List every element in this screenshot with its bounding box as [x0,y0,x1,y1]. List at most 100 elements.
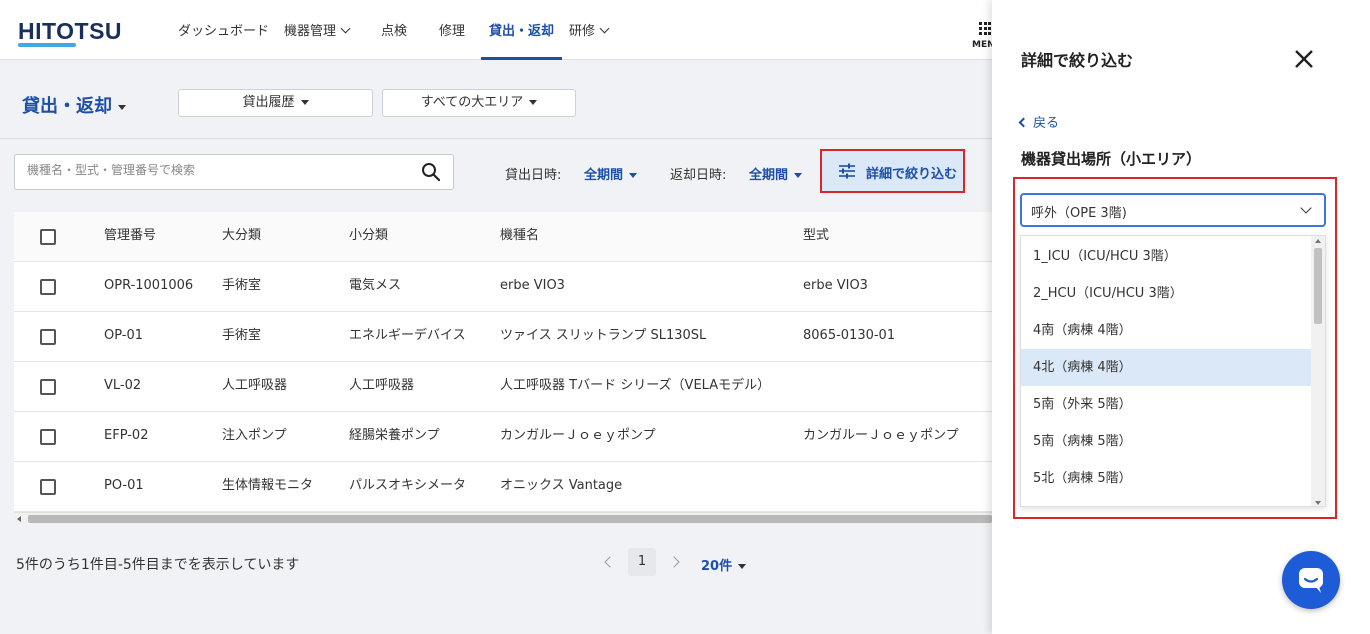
nav-lending-return[interactable]: 貸出・返却 [481,0,563,60]
column-header[interactable]: 大分類 [222,212,261,262]
scroll-down-arrow-icon[interactable] [1315,501,1321,505]
cell-model-type: カンガルーＪｏｅｙポンプ [803,428,959,443]
nav-device-management[interactable]: 機器管理 [284,0,351,60]
scrollbar-thumb[interactable] [1314,248,1322,324]
cell-minor-category: 電気メス [349,278,402,293]
caret-down-icon [738,564,747,569]
nav-inspection[interactable]: 点検 [381,0,407,60]
logo-underline [18,43,76,47]
small-area-select[interactable]: 呼外（OPE 3階) [1020,193,1326,227]
chat-button[interactable] [1282,551,1340,609]
nav-dashboard[interactable]: ダッシュボード [178,0,269,60]
pagination-summary: 5件のうち1件目-5件目までを表示しています [16,557,300,573]
dropdown-option[interactable]: 4南（病棟 4階） [1021,312,1313,349]
dropdown-option[interactable]: 5北（病棟 5階） [1021,460,1313,497]
menu-grid-icon[interactable] [979,22,992,35]
caret-down-icon [629,173,638,178]
dropdown-option[interactable]: 5南（外来 5階） [1021,386,1313,423]
chevron-down-icon [1300,202,1312,214]
column-header[interactable]: 管理番号 [104,212,156,262]
area-dropdown-list: 1_ICU（ICU/HCU 3階） 2_HCU（ICU/HCU 3階） 4南（病… [1020,235,1326,507]
cell-model-type: 8065-0130-01 [803,328,896,343]
back-link[interactable]: 戻る [1018,112,1059,131]
cell-management-no: OP-01 [104,328,144,343]
scroll-up-arrow-icon[interactable] [1315,239,1321,243]
column-header[interactable]: 型式 [803,212,829,262]
dropdown-option[interactable]: 1_ICU（ICU/HCU 3階） [1021,238,1313,275]
cell-model-name: erbe VIO3 [500,278,565,293]
data-table: 管理番号 大分類 小分類 機種名 型式 OPR-1001006 手術室 電気メス… [14,212,992,512]
cell-major-category: 手術室 [222,328,262,343]
cell-minor-category: パルスオキシメータ [349,478,467,493]
caret-down-icon [118,104,126,110]
main-area: HITOTSU ダッシュボード 機器管理 点検 修理 貸出・返却 研修 MENU… [0,0,992,634]
cell-model-name: オニックス Vantage [500,478,623,493]
history-select[interactable]: 貸出履歴 [178,89,373,117]
chat-bubble-icon [1299,568,1323,593]
table-row[interactable]: OPR-1001006 手術室 電気メス erbe VIO3 erbe VIO3 [14,262,992,312]
dropdown-option[interactable]: 2_HCU（ICU/HCU 3階） [1021,275,1313,312]
detail-filter-label: 詳細で絞り込む [866,167,958,182]
sliders-icon [839,163,855,179]
row-checkbox[interactable] [40,379,56,395]
table-row[interactable]: VL-02 人工呼吸器 人工呼吸器 人工呼吸器 Tバード シリーズ（VELAモデ… [14,362,992,412]
next-page-icon[interactable] [668,556,680,568]
prev-page-icon[interactable] [604,556,616,568]
section-label: 機器貸出場所（小エリア） [1021,150,1202,168]
lend-date-select[interactable]: 全期間 [584,164,638,183]
search-input[interactable] [27,163,407,177]
dropdown-option[interactable]: 5南（病棟 5階） [1021,423,1313,460]
top-header: HITOTSU ダッシュボード 機器管理 点検 修理 貸出・返却 研修 MENU [0,0,992,60]
area-select[interactable]: すべての大エリア [382,89,576,117]
cell-management-no: PO-01 [104,478,144,493]
cell-management-no: OPR-1001006 [104,278,194,293]
close-icon[interactable] [1294,49,1314,69]
return-date-select[interactable]: 全期間 [749,164,803,183]
cell-major-category: 手術室 [222,278,262,293]
panel-title: 詳細で絞り込む [1021,51,1134,70]
horizontal-scrollbar[interactable] [14,512,992,524]
cell-minor-category: エネルギーデバイス [349,328,466,343]
chevron-left-icon [1018,117,1029,128]
cell-management-no: VL-02 [104,378,142,393]
menu-label[interactable]: MENU [972,40,992,50]
cell-major-category: 人工呼吸器 [222,378,288,393]
title-row: 貸出・返却 貸出履歴 すべての大エリア [0,61,992,139]
cell-model-name: ツァイス スリットランプ SL130SL [500,328,707,343]
cell-major-category: 生体情報モニタ [222,478,314,493]
column-header[interactable]: 小分類 [349,212,388,262]
table-row[interactable]: PO-01 生体情報モニタ パルスオキシメータ オニックス Vantage [14,462,992,512]
vertical-scrollbar[interactable] [1311,236,1325,506]
caret-down-icon [794,173,803,178]
page-size-select[interactable]: 20件 [701,555,747,574]
table-header-row: 管理番号 大分類 小分類 機種名 型式 [14,212,992,262]
row-checkbox[interactable] [40,279,56,295]
page-title-dropdown[interactable]: 貸出・返却 [22,92,126,118]
table-row[interactable]: OP-01 手術室 エネルギーデバイス ツァイス スリットランプ SL130SL… [14,312,992,362]
scrollbar-thumb[interactable] [28,515,992,523]
cell-model-name: 人工呼吸器 Tバード シリーズ（VELAモデル） [500,378,771,393]
cell-model-type: erbe VIO3 [803,278,868,293]
column-header[interactable]: 機種名 [500,212,539,262]
caret-down-icon [300,100,309,105]
lend-date-label: 貸出日時: [505,168,562,183]
return-date-label: 返却日時: [670,168,727,183]
select-all-checkbox[interactable] [40,229,56,245]
current-page[interactable]: 1 [628,548,656,576]
nav-repair[interactable]: 修理 [439,0,465,60]
scroll-left-arrow-icon[interactable] [17,516,21,522]
table-row[interactable]: EFP-02 注入ポンプ 経腸栄養ポンプ カンガルーＪｏｅｙポンプ カンガルーＪ… [14,412,992,462]
search-icon[interactable] [421,162,441,182]
row-checkbox[interactable] [40,479,56,495]
chevron-down-icon [340,23,351,34]
detail-filter-button[interactable]: 詳細で絞り込む [820,149,965,193]
chevron-down-icon [599,23,610,34]
logo[interactable]: HITOTSU [18,18,122,45]
nav-training[interactable]: 研修 [569,0,610,60]
cell-major-category: 注入ポンプ [222,428,287,443]
row-checkbox[interactable] [40,429,56,445]
cell-minor-category: 経腸栄養ポンプ [349,428,440,443]
row-checkbox[interactable] [40,329,56,345]
cell-minor-category: 人工呼吸器 [349,378,415,393]
dropdown-option-hovered[interactable]: 4北（病棟 4階） [1021,349,1313,386]
